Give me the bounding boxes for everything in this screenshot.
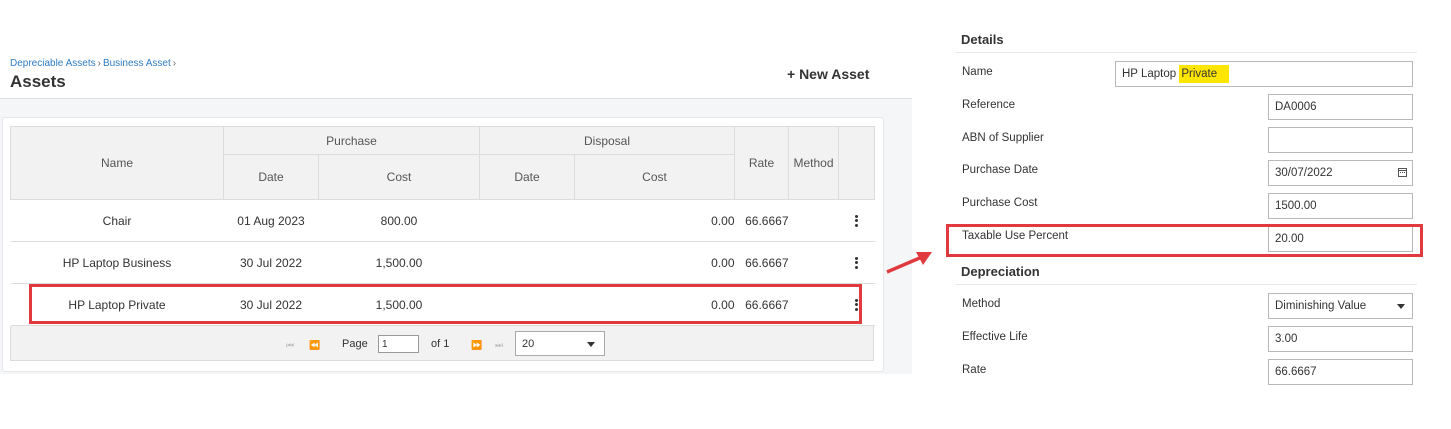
annotation-highlight-field — [946, 224, 1423, 257]
more-vertical-icon — [855, 255, 859, 270]
reference-field[interactable]: DA0006 — [1268, 94, 1413, 120]
chevron-down-icon — [587, 342, 595, 347]
column-header-name[interactable]: Name — [10, 126, 224, 200]
group-header-purchase: Purchase — [222, 126, 481, 155]
column-header-disposal-date[interactable]: Date — [479, 154, 576, 200]
chevron-down-icon — [1397, 304, 1405, 309]
purchase-date-value: 30/07/2022 — [1275, 167, 1333, 179]
column-header-disposal-cost[interactable]: Cost — [574, 154, 736, 200]
method-value: Diminishing Value — [1275, 300, 1367, 312]
cell-disposal-date — [479, 241, 575, 284]
rate-label: Rate — [962, 364, 987, 376]
last-page-icon[interactable]: ⏭ — [495, 340, 503, 351]
method-label: Method — [962, 298, 1001, 310]
breadcrumb-separator: › — [97, 58, 101, 69]
first-page-icon[interactable]: ⏮ — [286, 340, 294, 351]
cell-purchase-cost: 1,500.00 — [318, 241, 480, 284]
calendar-icon[interactable] — [1398, 168, 1407, 177]
column-header-actions — [838, 126, 876, 200]
name-field[interactable]: HP Laptop Private — [1115, 61, 1413, 87]
table-row[interactable]: Chair 01 Aug 2023 800.00 0.00 66.6667 — [10, 199, 875, 242]
cell-rate: 66.6667 — [734, 241, 789, 284]
column-header-method[interactable]: Method — [788, 126, 840, 200]
reference-label: Reference — [962, 99, 1016, 111]
row-actions-button[interactable] — [838, 241, 875, 284]
depreciation-divider — [956, 284, 1417, 285]
page-count-label: of 1 — [431, 338, 450, 350]
page-label: Page — [342, 338, 368, 350]
abn-field[interactable] — [1268, 127, 1413, 153]
cell-purchase-date: 01 Aug 2023 — [223, 199, 319, 242]
cell-disposal-date — [479, 199, 575, 242]
purchase-date-label: Purchase Date — [962, 164, 1039, 176]
previous-page-icon[interactable]: ⏪ — [309, 340, 320, 351]
cell-rate: 66.6667 — [734, 199, 789, 242]
cell-purchase-cost: 800.00 — [318, 199, 480, 242]
column-header-rate[interactable]: Rate — [734, 126, 790, 200]
purchase-cost-label: Purchase Cost — [962, 197, 1038, 209]
cell-method — [788, 241, 839, 284]
row-actions-button[interactable] — [838, 199, 875, 242]
name-label: Name — [962, 66, 993, 78]
depreciation-section-title: Depreciation — [961, 264, 1040, 279]
rate-field[interactable]: 66.6667 — [1268, 359, 1413, 385]
next-page-icon[interactable]: ⏩ — [471, 340, 482, 351]
annotation-arrow-icon — [886, 252, 932, 274]
page-number-input[interactable] — [378, 335, 419, 353]
effective-life-label: Effective Life — [962, 331, 1028, 343]
details-section-title: Details — [961, 32, 1004, 47]
column-header-purchase-date[interactable]: Date — [223, 154, 319, 200]
more-vertical-icon — [855, 213, 859, 228]
new-asset-button[interactable]: + New Asset — [787, 66, 869, 82]
breadcrumb: Depreciable Assets › Business Asset › — [10, 58, 178, 69]
page-title: Assets — [10, 72, 66, 91]
purchase-cost-field[interactable]: 1500.00 — [1268, 193, 1413, 219]
breadcrumb-link-depreciable-assets[interactable]: Depreciable Assets — [10, 58, 96, 69]
cell-disposal-cost: 0.00 — [574, 241, 735, 284]
cell-name: HP Laptop Business — [10, 241, 224, 284]
breadcrumb-link-business-asset[interactable]: Business Asset — [103, 58, 171, 69]
cell-name: Chair — [10, 199, 224, 242]
effective-life-field[interactable]: 3.00 — [1268, 326, 1413, 352]
breadcrumb-separator: › — [172, 58, 177, 69]
name-value: HP Laptop — [1122, 68, 1180, 80]
table-row[interactable]: HP Laptop Business 30 Jul 2022 1,500.00 … — [10, 241, 875, 284]
page-size-select[interactable]: 20 — [515, 331, 605, 356]
page-size-value: 20 — [522, 338, 535, 350]
purchase-date-field[interactable]: 30/07/2022 — [1268, 160, 1413, 186]
cell-purchase-date: 30 Jul 2022 — [223, 241, 319, 284]
annotation-highlight-row — [29, 284, 862, 324]
name-highlighted-text: Private — [1179, 65, 1230, 83]
group-header-disposal: Disposal — [479, 126, 736, 155]
cell-disposal-cost: 0.00 — [574, 199, 735, 242]
column-header-purchase-cost[interactable]: Cost — [317, 154, 481, 200]
abn-label: ABN of Supplier — [962, 132, 1044, 144]
method-select[interactable]: Diminishing Value — [1268, 293, 1413, 319]
cell-method — [788, 199, 839, 242]
details-divider — [956, 52, 1417, 53]
